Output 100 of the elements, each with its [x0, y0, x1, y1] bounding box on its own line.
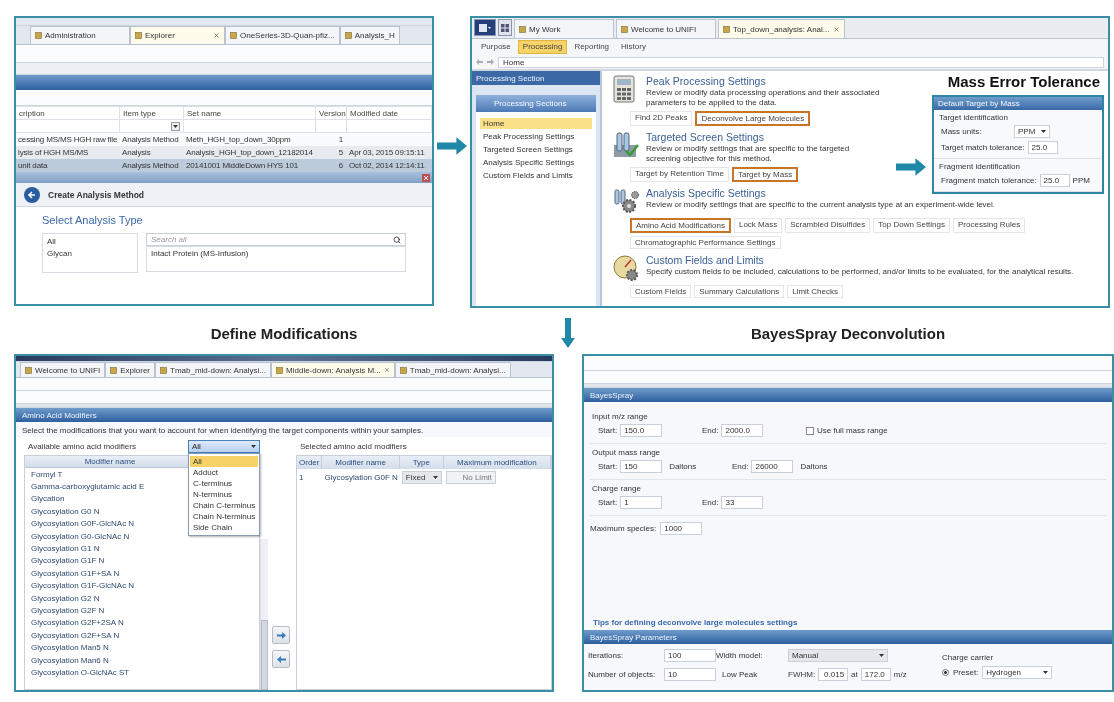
forward-icon[interactable] [487, 59, 494, 65]
list-item[interactable]: Glycosylation G2F N [25, 604, 259, 617]
tab[interactable]: Administration [30, 26, 130, 44]
settings-link[interactable]: Amino Acid Modifications [630, 218, 731, 233]
input-field[interactable]: 25.0 [1039, 174, 1070, 187]
help-link[interactable]: Tips for defining deconvolve large molecules settings [590, 618, 798, 630]
dropdown[interactable]: Hydrogen [982, 666, 1053, 679]
remove-button[interactable] [272, 650, 290, 668]
tab[interactable]: Welcome to UNIFI [20, 362, 106, 377]
settings-link[interactable]: Chromatographic Performance Settings [630, 236, 781, 249]
column-header[interactable]: Version [316, 106, 347, 120]
list-item[interactable]: Glycosylation G1F N [25, 554, 259, 568]
settings-link[interactable]: Custom Fields [630, 285, 692, 298]
close-icon[interactable] [213, 32, 220, 39]
ribbon-tab[interactable]: Purpose [476, 40, 516, 54]
settings-link[interactable]: Lock Mass [733, 218, 783, 233]
input-field[interactable]: 150 [620, 460, 663, 473]
input-field[interactable]: 1 [620, 496, 663, 509]
column-header[interactable]: Maximum modification [443, 456, 551, 469]
column-header[interactable]: Type [399, 456, 444, 469]
tab[interactable]: Welcome to UNIFI [616, 19, 716, 38]
close-icon[interactable] [832, 25, 840, 33]
tab[interactable]: OneSeries-3D-Quan-pfiz... [225, 26, 340, 44]
tab[interactable]: Analysis_H [339, 26, 400, 44]
type-dropdown[interactable]: Fixed [401, 470, 442, 484]
list-item[interactable]: Glycosylation G2F+2SA N [25, 616, 259, 630]
column-header[interactable]: Set name [184, 106, 316, 120]
list-item[interactable]: Glycosylation G1 N [25, 542, 259, 555]
tab[interactable]: Middle-down: Analysis M... [271, 362, 395, 377]
settings-link[interactable]: Deconvolve Large Molecules [695, 111, 811, 126]
input-field[interactable]: 172.0 [860, 668, 891, 681]
add-button[interactable] [272, 626, 290, 644]
filter-cell[interactable] [120, 120, 184, 133]
sidebar-item[interactable]: Home [480, 118, 592, 129]
checkbox[interactable] [806, 426, 814, 435]
list-item[interactable]: Glycosylation O-GlcNAc ST [25, 666, 259, 679]
dropdown-option[interactable]: C-terminus [190, 478, 258, 489]
dropdown-option[interactable]: N-terminus [190, 489, 258, 500]
ribbon-tab[interactable]: Reporting [569, 40, 615, 54]
list-item[interactable]: Glycosylation Man5 N [25, 641, 259, 654]
input-field[interactable]: 26000 [751, 460, 794, 473]
column-header[interactable]: Modifier name [322, 456, 400, 469]
column-header[interactable]: Modified date [347, 106, 432, 120]
filter-cell[interactable] [184, 120, 316, 133]
input-field[interactable]: 10 [664, 668, 716, 681]
dropdown[interactable]: PPM [1014, 125, 1050, 138]
sidebar-item[interactable]: Analysis Specific Settings [480, 157, 592, 168]
scrollbar[interactable] [260, 539, 268, 690]
filter-cell[interactable] [347, 120, 432, 133]
dropdown[interactable]: Manual [788, 649, 888, 662]
filter-dropdown[interactable]: All [188, 439, 260, 453]
list-item[interactable]: Glycosylation Man6 N [25, 653, 259, 667]
dropdown-option[interactable]: Adduct [190, 467, 258, 478]
input-field[interactable]: 100 [664, 649, 716, 662]
input-field[interactable]: 33 [721, 496, 764, 509]
column-header[interactable]: Item type [120, 106, 184, 120]
list-item[interactable]: Glycosylation G1F+SA N [25, 567, 259, 580]
app-menu-button[interactable] [474, 19, 496, 36]
settings-link[interactable]: Target by Retention Time [630, 167, 729, 182]
input-field[interactable]: 25.0 [1027, 141, 1058, 154]
settings-link[interactable]: Limit Checks [787, 285, 843, 298]
settings-link[interactable]: Scrambled Disulfides [785, 218, 871, 233]
scrollbar-thumb[interactable] [261, 620, 268, 690]
settings-link[interactable]: Top Down Settings [873, 218, 950, 233]
radio-button[interactable] [942, 669, 949, 676]
list-item[interactable]: Glycosylation G1F-GlcNAc N [25, 579, 259, 592]
close-icon[interactable] [422, 173, 430, 182]
input-field[interactable]: 1000 [660, 522, 703, 535]
back-icon[interactable] [24, 186, 40, 203]
tab[interactable]: Tmab_mid-down: Analysi... [155, 362, 272, 377]
settings-link[interactable]: Target by Mass [731, 167, 799, 182]
ribbon-tab[interactable]: History [616, 40, 651, 54]
sidebar-item[interactable]: Custom Fields and Limits [480, 170, 592, 181]
limit-field[interactable]: No Limit [445, 470, 496, 484]
close-icon[interactable] [383, 367, 390, 373]
layout-button[interactable] [498, 19, 512, 36]
column-header[interactable]: Order [297, 456, 323, 469]
tab[interactable]: Explorer [130, 26, 225, 44]
sidebar-item[interactable]: Targeted Screen Settings [480, 144, 592, 155]
settings-link[interactable]: Summary Calculations [694, 285, 785, 298]
tab[interactable]: Top_down_analysis: Anal... [718, 19, 845, 38]
breadcrumb[interactable]: Home [498, 56, 1104, 68]
tab[interactable]: My Work [514, 19, 614, 38]
sidebar-item[interactable]: Peak Processing Settings [480, 131, 592, 142]
dropdown-option[interactable]: Chain C-terminus [190, 500, 258, 511]
dropdown-option[interactable]: All [190, 456, 258, 467]
tab[interactable]: Tmab_mid-down: Analysi... [394, 362, 511, 377]
list-item[interactable]: Glycosylation G2F+SA N [25, 629, 259, 642]
analysis-type-item[interactable]: Intact Protein (MS-Infusion) [151, 249, 249, 258]
dropdown-option[interactable]: Side Chain [190, 522, 258, 533]
input-field[interactable]: 2000.0 [721, 424, 764, 437]
input-field[interactable]: 0.015 [818, 668, 849, 681]
list-item[interactable]: Glycosylation G2 N [25, 591, 259, 605]
filter-dropdown[interactable] [171, 121, 180, 131]
filter-cell[interactable] [16, 120, 120, 133]
settings-link[interactable]: Find 2D Peaks [630, 111, 693, 126]
filter-cell[interactable] [316, 120, 347, 133]
category-item[interactable]: Glycan [47, 249, 72, 258]
ribbon-tab[interactable]: Processing [517, 40, 568, 54]
tab[interactable]: Explorer [105, 362, 155, 377]
